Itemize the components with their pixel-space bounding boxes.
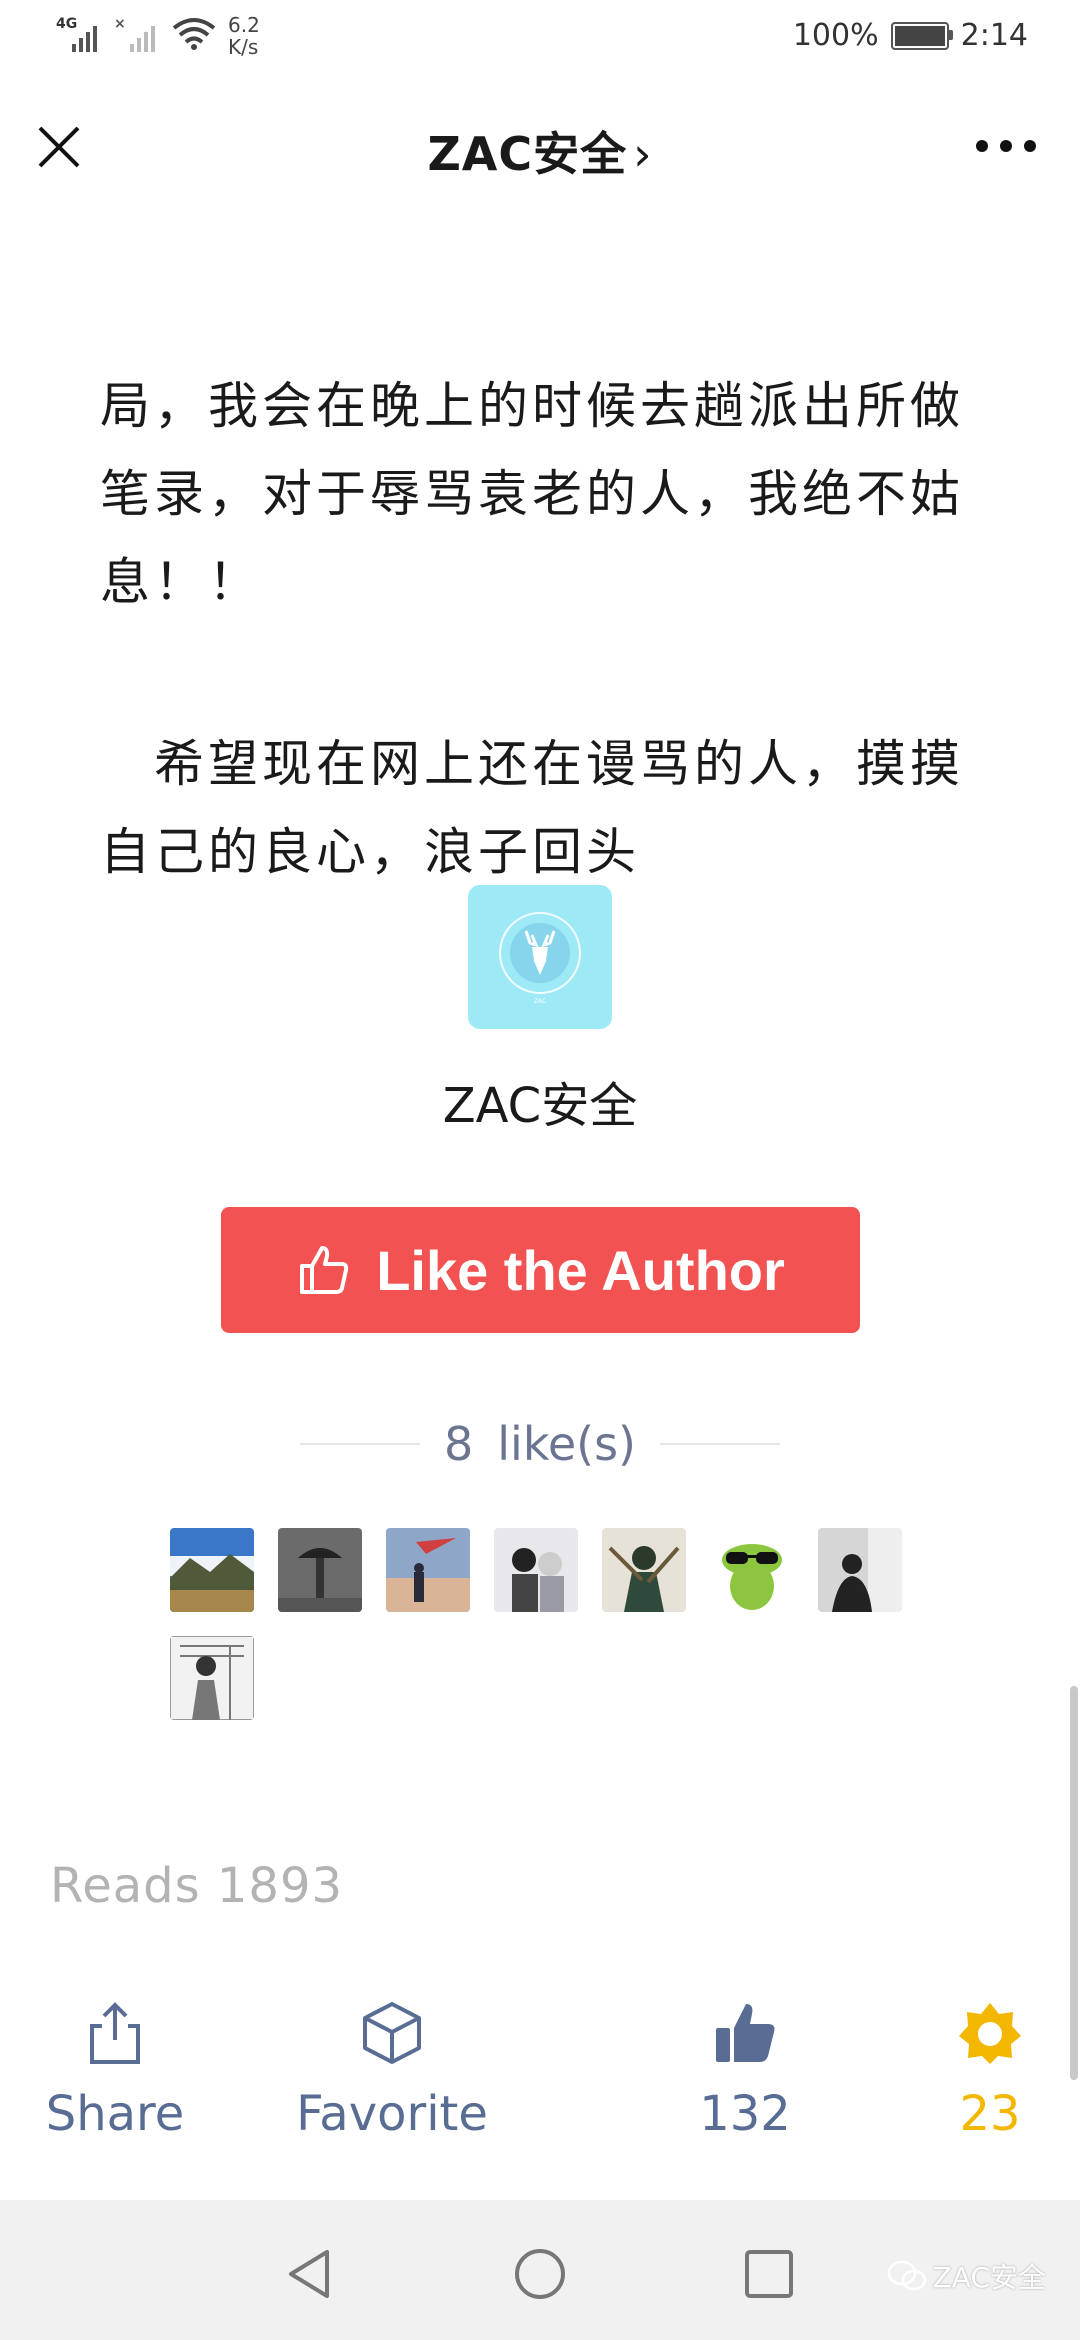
sim2-signal-icon: × <box>114 14 164 54</box>
reads-value: 1893 <box>216 1858 344 1914</box>
status-right: 100% 2:14 <box>793 18 1028 53</box>
article-paragraph: 希望现在网上还在谩骂的人，摸摸 自己的良心，浪子回头 <box>100 720 1080 896</box>
deer-logo-icon: ZAC <box>499 912 581 1005</box>
cellular-signal-icon: 4G <box>56 14 106 54</box>
battery-icon <box>890 21 953 50</box>
home-icon[interactable] <box>512 2246 568 2302</box>
svg-text:ZAC: ZAC <box>534 998 546 1005</box>
status-left: 4G × 6.2 K/s <box>56 14 260 58</box>
article-paragraph: 局，我会在晚上的时候去趟派出所做 笔录，对于辱骂袁老的人，我绝不姑 息！！ <box>100 362 1080 626</box>
article-line: 笔录，对于辱骂袁老的人，我绝不姑 <box>100 465 964 523</box>
navbar: ZAC安全 › <box>0 78 1080 216</box>
watermark: ZAC安全 <box>887 2256 1046 2296</box>
divider <box>660 1443 780 1445</box>
likes-summary: 8 like(s) <box>0 1414 1080 1474</box>
liker-avatar[interactable] <box>170 1636 254 1720</box>
likers-grid <box>170 1528 930 1720</box>
liker-avatar[interactable] <box>494 1528 578 1612</box>
recent-apps-icon[interactable] <box>741 2246 797 2302</box>
article-line: 希望现在网上还在谩骂的人，摸摸 <box>100 735 964 793</box>
article-line: 息！！ <box>100 553 262 611</box>
account-title-link[interactable]: ZAC安全 › <box>0 118 1080 184</box>
share-label: Share <box>45 2086 185 2142</box>
divider <box>300 1443 420 1445</box>
thumb-up-outline-icon <box>300 1246 349 1294</box>
cube-icon <box>363 2002 421 2064</box>
wechat-icon <box>887 2260 926 2291</box>
like-author-button[interactable]: Like the Author <box>221 1207 860 1333</box>
liker-avatar[interactable] <box>386 1528 470 1612</box>
wow-star-icon <box>959 2003 1021 2064</box>
like-author-label: Like the Author <box>376 1238 785 1302</box>
article-line: 局，我会在晚上的时候去趟派出所做 <box>100 377 964 435</box>
battery-percent: 100% <box>792 18 879 53</box>
status-bar: 4G × 6.2 K/s 100% 2:14 <box>0 0 1080 78</box>
likes-count: 8 <box>444 1417 474 1471</box>
likes-unit: like(s) <box>497 1417 636 1471</box>
wifi-icon <box>172 18 216 50</box>
share-button[interactable]: Share <box>40 2000 190 2142</box>
like-button[interactable]: 132 <box>680 2000 810 2142</box>
chevron-right-icon: › <box>633 127 653 181</box>
favorite-label: Favorite <box>296 2086 488 2142</box>
system-navigation-bar: ZAC安全 <box>0 2200 1080 2340</box>
author-avatar[interactable]: ZAC <box>468 885 612 1029</box>
article-line: 自己的良心，浪子回头 <box>100 823 640 881</box>
clock: 2:14 <box>960 18 1028 53</box>
liker-avatar[interactable] <box>818 1528 902 1612</box>
liker-avatar[interactable] <box>710 1528 794 1612</box>
favorite-button[interactable]: Favorite <box>292 2000 492 2142</box>
reads-label: Reads <box>50 1858 201 1914</box>
share-icon <box>90 2002 140 2064</box>
watermark-text: ZAC安全 <box>932 2261 1046 2294</box>
scrollbar[interactable] <box>1070 1686 1078 2080</box>
like-count: 132 <box>699 2086 791 2142</box>
liker-avatar[interactable] <box>278 1528 362 1612</box>
article-action-bar: Share Favorite 132 23 <box>0 1980 1080 2200</box>
author-name[interactable]: ZAC安全 <box>0 1066 1080 1136</box>
reads-count: Reads 1893 <box>50 1858 343 1914</box>
account-title: ZAC安全 <box>427 127 628 181</box>
more-options-icon[interactable] <box>976 140 1036 154</box>
wow-count: 23 <box>959 2086 1021 2142</box>
thumb-up-icon <box>716 2004 775 2062</box>
liker-avatar[interactable] <box>170 1528 254 1612</box>
back-icon[interactable] <box>283 2246 339 2302</box>
liker-avatar[interactable] <box>602 1528 686 1612</box>
network-speed: 6.2 K/s <box>228 13 260 59</box>
wow-button[interactable]: 23 <box>930 2000 1050 2142</box>
